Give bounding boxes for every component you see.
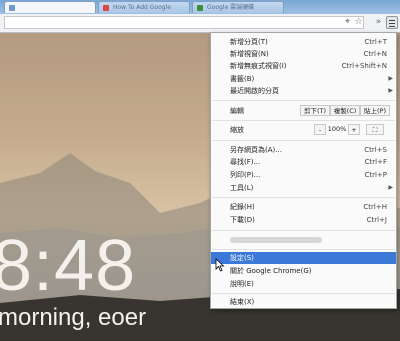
menu-item-label: 書籤(B) xyxy=(230,75,255,83)
menu-item-history[interactable]: 紀錄(H) Ctrl+H xyxy=(211,201,396,213)
menu-item-shortcut: Ctrl+T xyxy=(364,38,387,46)
greeting-text: morning, eoer xyxy=(0,304,147,331)
blurred-account-text xyxy=(230,237,322,243)
menu-item-label: 最近開啟的分頁 xyxy=(230,87,279,95)
tab-title: Google 雲端硬碟 xyxy=(207,4,255,11)
menu-divider xyxy=(212,140,395,141)
menu-item-label: 關於 Google Chrome(G) xyxy=(230,267,312,275)
clock-time: 8:48 xyxy=(0,226,137,306)
menu-item-label: 另存網頁為(A)... xyxy=(230,146,282,154)
menu-item-label: 編輯 xyxy=(230,107,244,115)
menu-item-save-page[interactable]: 另存網頁為(A)... Ctrl+S xyxy=(211,144,396,156)
fullscreen-icon[interactable]: ⛶ xyxy=(366,124,384,135)
menu-item-help[interactable]: 說明(E) xyxy=(211,278,396,290)
omnibox[interactable] xyxy=(4,16,364,29)
menu-item-label: 工具(L) xyxy=(230,184,254,192)
zoom-level: 100% xyxy=(327,125,347,133)
extensions-chevron-icon[interactable]: » xyxy=(373,16,384,29)
menu-divider xyxy=(212,120,395,121)
menu-item-label: 縮放 xyxy=(230,126,244,134)
star-icon[interactable]: ☆ xyxy=(353,16,364,29)
menu-item-about-chrome[interactable]: 關於 Google Chrome(G) xyxy=(211,265,396,277)
menu-item-downloads[interactable]: 下載(D) Ctrl+J xyxy=(211,214,396,226)
menu-item-shortcut: Ctrl+N xyxy=(363,50,387,58)
menu-item-new-window[interactable]: 新增視窗(N) Ctrl+N xyxy=(211,48,396,60)
menu-item-label: 新增分頁(T) xyxy=(230,38,268,46)
menu-row-edit: 編輯 剪下(T) 複製(C) 貼上(P) xyxy=(211,105,396,117)
chrome-menu: 新增分頁(T) Ctrl+T 新增視窗(N) Ctrl+N 新增無痕式視窗(I)… xyxy=(210,32,397,309)
menu-item-label: 列印(P)... xyxy=(230,171,261,179)
tab-title: How To Add Google xyxy=(113,4,171,11)
zoom-in-button[interactable]: + xyxy=(348,124,360,135)
menu-item-exit[interactable]: 結束(X) xyxy=(211,296,396,308)
mouse-cursor-icon xyxy=(215,258,225,272)
menu-row-zoom: 縮放 - 100% + ⛶ xyxy=(211,124,396,136)
menu-item-new-tab[interactable]: 新增分頁(T) Ctrl+T xyxy=(211,36,396,48)
menu-item-signed-in-account[interactable] xyxy=(211,234,396,246)
submenu-arrow-icon: ▶ xyxy=(388,184,393,191)
hamburger-menu-icon[interactable] xyxy=(386,16,398,29)
browser-toolbar: ⌖ ☆ » xyxy=(0,14,400,33)
tab-google-drive[interactable]: Google 雲端硬碟 xyxy=(192,1,284,13)
youtube-icon xyxy=(103,5,109,11)
menu-item-incognito-window[interactable]: 新增無痕式視窗(I) Ctrl+Shift+N xyxy=(211,60,396,72)
menu-item-shortcut: Ctrl+S xyxy=(364,146,387,154)
menu-item-label: 下載(D) xyxy=(230,216,255,224)
submenu-arrow-icon: ▶ xyxy=(388,75,393,82)
blank-page-icon xyxy=(9,5,15,11)
menu-item-label: 設定(S) xyxy=(230,254,254,262)
tab-strip: How To Add Google Google 雲端硬碟 xyxy=(0,0,400,14)
submenu-arrow-icon: ▶ xyxy=(388,87,393,94)
menu-item-label: 說明(E) xyxy=(230,280,254,288)
menu-divider xyxy=(212,100,395,101)
zoom-out-button[interactable]: - xyxy=(314,124,326,135)
menu-divider xyxy=(212,293,395,294)
menu-item-settings[interactable]: 設定(S) xyxy=(211,252,396,264)
menu-item-tools[interactable]: 工具(L) ▶ xyxy=(211,182,396,194)
menu-item-shortcut: Ctrl+H xyxy=(363,203,387,211)
menu-divider xyxy=(212,230,395,231)
tab-new-tab[interactable] xyxy=(4,1,96,13)
copy-button[interactable]: 複製(C) xyxy=(330,105,360,116)
menu-item-label: 新增視窗(N) xyxy=(230,50,269,58)
menu-item-print[interactable]: 列印(P)... Ctrl+P xyxy=(211,169,396,181)
menu-item-shortcut: Ctrl+Shift+N xyxy=(341,62,387,70)
tab-youtube[interactable]: How To Add Google xyxy=(98,1,190,13)
menu-item-label: 新增無痕式視窗(I) xyxy=(230,62,287,70)
menu-item-label: 紀錄(H) xyxy=(230,203,255,211)
menu-divider xyxy=(212,249,395,250)
menu-item-shortcut: Ctrl+P xyxy=(364,171,387,179)
menu-item-label: 結束(X) xyxy=(230,298,255,306)
menu-item-recent-tabs[interactable]: 最近開啟的分頁 ▶ xyxy=(211,85,396,97)
target-icon[interactable]: ⌖ xyxy=(342,16,353,29)
menu-item-bookmarks[interactable]: 書籤(B) ▶ xyxy=(211,73,396,85)
menu-item-label: 尋找(F)... xyxy=(230,158,261,166)
menu-item-find[interactable]: 尋找(F)... Ctrl+F xyxy=(211,156,396,168)
google-drive-icon xyxy=(197,5,203,11)
menu-item-shortcut: Ctrl+F xyxy=(364,158,387,166)
paste-button[interactable]: 貼上(P) xyxy=(360,105,390,116)
menu-item-shortcut: Ctrl+J xyxy=(366,216,387,224)
menu-divider xyxy=(212,197,395,198)
cut-button[interactable]: 剪下(T) xyxy=(300,105,330,116)
